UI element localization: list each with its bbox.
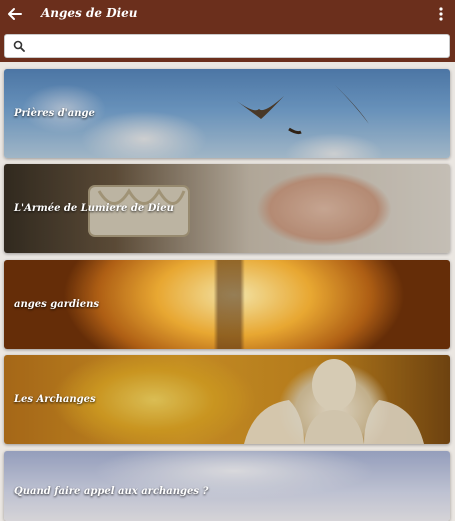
list-item-label: Quand faire appel aux archanges ? <box>14 485 209 497</box>
list-item-les-archanges[interactable]: Les Archanges <box>4 355 450 444</box>
list-item-label: L'Armée de Lumiere de Dieu <box>14 203 174 214</box>
more-vert-icon[interactable] <box>433 5 449 23</box>
list-item-label: anges gardiens <box>14 299 100 310</box>
app-title: Anges de Dieu <box>41 6 138 20</box>
search-input[interactable] <box>33 37 437 57</box>
list-item-quand-faire-appel[interactable]: Quand faire appel aux archanges ? <box>4 451 450 521</box>
list-item-prieres-dange[interactable]: Prières d'ange <box>4 69 450 158</box>
search-icon <box>13 40 25 52</box>
list-item-label: Prières d'ange <box>14 108 95 119</box>
back-arrow-icon[interactable] <box>5 4 25 24</box>
list-item-armee-de-lumiere[interactable]: L'Armée de Lumiere de Dieu <box>4 164 450 253</box>
list-item-anges-gardiens[interactable]: anges gardiens <box>4 260 450 349</box>
search-bar[interactable] <box>4 34 450 58</box>
app-bar: Anges de Dieu <box>0 0 455 62</box>
list-item-label: Les Archanges <box>14 394 96 405</box>
